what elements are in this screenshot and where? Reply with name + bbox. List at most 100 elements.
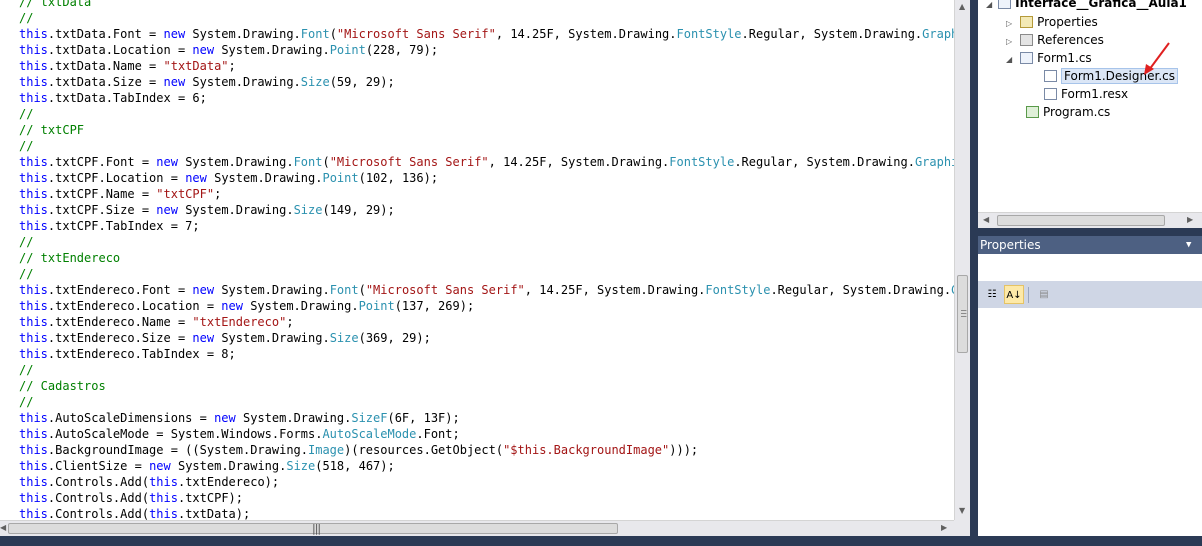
code-token: Point	[358, 299, 395, 313]
code-token: .txtEndereco.Name =	[47, 315, 193, 329]
properties-panel: ☷ A↓ ▤	[978, 254, 1202, 546]
code-token: //	[19, 11, 34, 25]
code-token: // txtCPF	[19, 123, 85, 137]
code-token: ;	[228, 59, 236, 73]
code-token: (6F, 13F);	[387, 411, 460, 425]
code-line: this.AutoScaleMode = System.Windows.Form…	[19, 426, 954, 442]
tree-item-references[interactable]: ▷ References	[1006, 31, 1104, 49]
code-token: this	[149, 475, 178, 489]
code-line: this.txtCPF.TabIndex = 7;	[19, 218, 954, 234]
code-token: //	[19, 139, 34, 153]
code-token: this	[19, 475, 48, 489]
code-token: .txtData.Font =	[47, 27, 164, 41]
solution-explorer-horizontal-scrollbar[interactable]: ◀ ▶	[978, 212, 1202, 228]
code-token: "Microsoft Sans Serif"	[329, 155, 489, 169]
code-token: //	[19, 107, 34, 121]
scroll-up-arrow-icon[interactable]: ▲	[959, 2, 965, 11]
code-token: Font	[293, 155, 323, 169]
tree-item-resx[interactable]: Form1.resx	[1044, 85, 1128, 103]
annotation-arrow-icon	[1144, 42, 1170, 75]
expand-triangle-icon[interactable]: ▷	[1006, 19, 1012, 28]
code-token: , 14.25F, System.Drawing.	[495, 27, 677, 41]
code-token: .txtData);	[177, 507, 251, 520]
scroll-right-arrow-icon[interactable]: ▶	[941, 523, 947, 532]
editor-vertical-scroll-thumb[interactable]: ‒ ‒ ‒	[957, 275, 968, 353]
code-token: (518, 467);	[315, 459, 395, 473]
code-line: //	[19, 362, 954, 378]
code-line: this.txtData.TabIndex = 6;	[19, 90, 954, 106]
code-token: (	[358, 283, 366, 297]
code-token: FontStyle	[705, 283, 771, 297]
code-line: //	[19, 234, 954, 250]
cs-file-icon	[1044, 70, 1057, 82]
code-token: this	[19, 91, 48, 105]
code-line: this.Controls.Add(this.txtEndereco);	[19, 474, 954, 490]
code-token: new	[163, 27, 186, 41]
code-line: this.txtEndereco.TabIndex = 8;	[19, 346, 954, 362]
code-token: this	[19, 203, 48, 217]
collapse-triangle-icon[interactable]: ◢	[986, 0, 992, 9]
alphabetical-icon[interactable]: A↓	[1004, 285, 1024, 304]
code-token: Size	[300, 75, 330, 89]
code-line: this.AutoScaleDimensions = new System.Dr…	[19, 410, 954, 426]
code-token: new	[192, 283, 215, 297]
expand-triangle-icon[interactable]: ▷	[1006, 37, 1012, 46]
code-token: (228, 79);	[365, 43, 439, 57]
code-token: Size	[286, 459, 316, 473]
scroll-left-arrow-icon[interactable]: ◀	[983, 215, 989, 224]
scroll-down-arrow-icon[interactable]: ▼	[959, 506, 965, 515]
code-token: ;	[286, 315, 294, 329]
code-line: this.txtEndereco.Name = "txtEndereco";	[19, 314, 954, 330]
code-token: SizeF	[351, 411, 388, 425]
editor-vertical-scrollbar[interactable]: ▲ ‒ ‒ ‒ ▼	[954, 0, 970, 520]
code-line: // txtEndereco	[19, 250, 954, 266]
code-token: this	[19, 187, 48, 201]
scroll-left-arrow-icon[interactable]: ◀	[0, 523, 6, 532]
properties-title: Properties	[980, 238, 1041, 252]
code-token: System.Drawing.	[185, 27, 301, 41]
editor-horizontal-scrollbar[interactable]: ◀ ||| ▶	[0, 520, 954, 536]
code-token: .AutoScaleDimensions =	[47, 411, 215, 425]
code-token: Font	[329, 283, 359, 297]
code-token: ;	[214, 187, 222, 201]
code-token: this	[19, 43, 48, 57]
collapse-triangle-icon[interactable]: ◢	[1006, 55, 1012, 64]
categorized-icon[interactable]: ☷	[982, 285, 1002, 304]
tree-item-program[interactable]: Program.cs	[1026, 103, 1110, 121]
code-token: this	[19, 443, 48, 457]
code-token: (	[322, 155, 330, 169]
code-token: this	[149, 507, 178, 520]
panel-splitter[interactable]	[970, 0, 978, 546]
code-editor[interactable]: // txtData//this.txtData.Font = new Syst…	[0, 0, 954, 520]
tree-item-project[interactable]: ◢ Interface__Grafica__Aula1	[986, 0, 1187, 12]
code-token: .BackgroundImage = ((System.Drawing.	[47, 443, 308, 457]
editor-horizontal-scroll-thumb[interactable]: |||	[8, 522, 618, 535]
code-token: "txtCPF"	[156, 187, 215, 201]
form1-label: Form1.cs	[1037, 51, 1092, 65]
code-token: .txtCPF.Name =	[47, 187, 157, 201]
dropdown-arrow-icon[interactable]: ▼	[1186, 236, 1191, 254]
code-token: GraphicsU	[922, 27, 954, 41]
code-line: //	[19, 266, 954, 282]
code-token: .Regular, System.Drawing.	[770, 283, 952, 297]
status-strip	[0, 536, 1202, 546]
code-token: .Regular, System.Drawing.	[734, 155, 915, 169]
code-token: FontStyle	[669, 155, 735, 169]
code-token: .txtCPF);	[177, 491, 243, 505]
code-token: System.Drawing.	[235, 411, 352, 425]
object-selector[interactable]	[978, 254, 1202, 282]
code-line: this.txtEndereco.Size = new System.Drawi…	[19, 330, 954, 346]
scroll-right-arrow-icon[interactable]: ▶	[1187, 215, 1193, 224]
code-token: System.Drawing.	[214, 43, 330, 57]
property-pages-icon[interactable]: ▤	[1034, 285, 1054, 304]
solution-explorer-scroll-thumb[interactable]	[997, 215, 1165, 226]
code-token: this	[19, 283, 48, 297]
code-token: // Cadastros	[19, 379, 106, 393]
program-label: Program.cs	[1043, 105, 1111, 119]
tree-item-form1[interactable]: ◢ Form1.cs	[1006, 49, 1092, 67]
code-token: "txtEndereco"	[192, 315, 287, 329]
tree-item-properties[interactable]: ▷ Properties	[1006, 13, 1098, 31]
properties-folder-icon	[1020, 16, 1034, 28]
code-token: "$this.BackgroundImage"	[503, 443, 670, 457]
property-grid[interactable]	[978, 308, 1202, 546]
